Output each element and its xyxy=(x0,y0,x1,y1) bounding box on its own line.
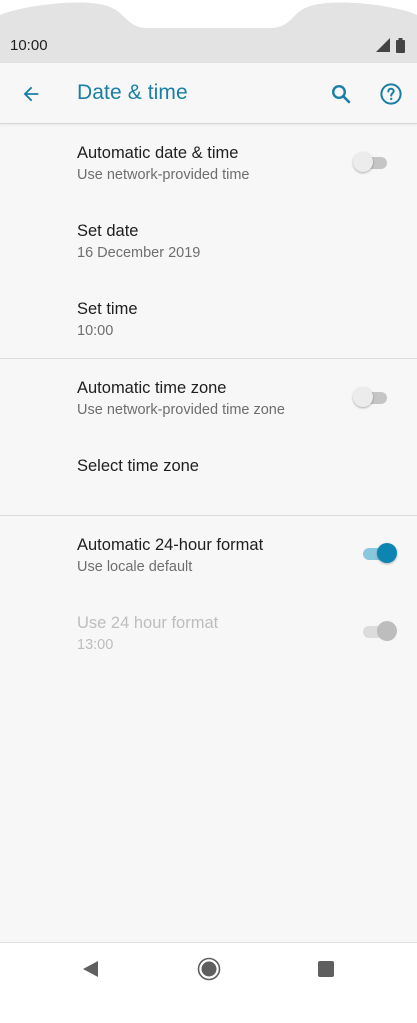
setting-select-time-zone[interactable]: Select time zone xyxy=(0,441,417,509)
battery-icon xyxy=(396,37,405,53)
setting-set-date[interactable]: Set date 16 December 2019 xyxy=(0,206,417,278)
page-title: Date & time xyxy=(77,81,188,104)
setting-summary: 10:00 xyxy=(77,323,114,339)
nav-recents-icon[interactable] xyxy=(317,960,335,978)
setting-title: Set time xyxy=(77,300,138,318)
help-icon xyxy=(380,83,402,105)
setting-automatic-24-hour-format[interactable]: Automatic 24-hour format Use locale defa… xyxy=(0,520,417,592)
setting-summary: Use locale default xyxy=(77,559,193,575)
setting-automatic-date-time[interactable]: Automatic date & time Use network-provid… xyxy=(0,128,417,200)
setting-title: Automatic date & time xyxy=(77,144,239,162)
use-24-hour-switch xyxy=(361,619,397,643)
switch-thumb xyxy=(353,387,373,407)
nav-back-icon[interactable] xyxy=(81,959,101,979)
setting-title: Set date xyxy=(77,222,139,240)
display-notch xyxy=(0,0,417,30)
automatic-24-hour-switch[interactable] xyxy=(361,541,397,565)
status-time: 10:00 xyxy=(10,37,48,54)
automatic-time-zone-switch[interactable] xyxy=(353,385,389,409)
setting-summary: 16 December 2019 xyxy=(77,245,201,261)
setting-use-24-hour-format: Use 24 hour format 13:00 xyxy=(0,598,417,670)
status-bar: 10:00 xyxy=(0,0,417,63)
setting-title: Use 24 hour format xyxy=(77,614,219,632)
app-bar: Date & time xyxy=(0,63,417,124)
back-arrow-icon xyxy=(23,86,39,102)
signal-icon xyxy=(376,38,390,52)
setting-title: Automatic 24-hour format xyxy=(77,536,264,554)
setting-set-time[interactable]: Set time 10:00 xyxy=(0,284,417,356)
setting-summary: Use network-provided time zone xyxy=(77,402,285,418)
back-button[interactable] xyxy=(16,79,46,109)
setting-automatic-time-zone[interactable]: Automatic time zone Use network-provided… xyxy=(0,363,417,435)
setting-summary: Use network-provided time xyxy=(77,167,250,183)
setting-title: Select time zone xyxy=(77,457,199,475)
switch-thumb xyxy=(353,152,373,172)
search-icon xyxy=(331,84,351,104)
search-button[interactable] xyxy=(326,79,356,109)
navigation-bar xyxy=(0,942,417,1023)
section-divider xyxy=(0,515,417,516)
help-button[interactable] xyxy=(376,79,406,109)
automatic-date-time-switch[interactable] xyxy=(353,150,389,174)
switch-thumb xyxy=(377,621,397,641)
status-icons xyxy=(376,37,405,53)
nav-home-icon[interactable] xyxy=(197,957,221,981)
section-divider xyxy=(0,358,417,359)
switch-thumb xyxy=(377,543,397,563)
setting-title: Automatic time zone xyxy=(77,379,227,397)
setting-summary: 13:00 xyxy=(77,637,114,653)
